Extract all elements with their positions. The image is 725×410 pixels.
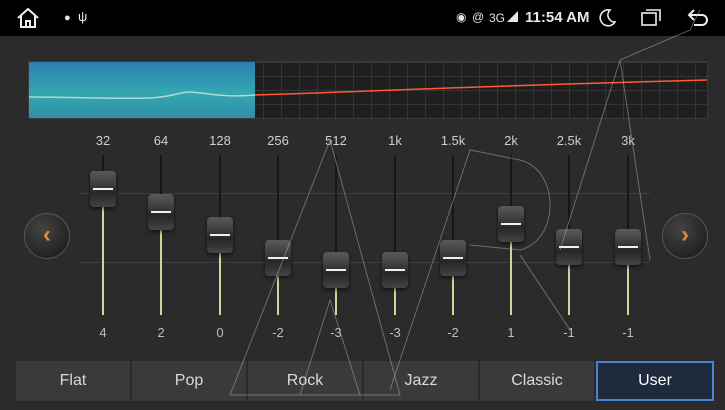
band-frequency-label: 64 <box>153 133 169 148</box>
back-icon[interactable] <box>686 7 710 29</box>
band-value-label: -2 <box>272 325 284 340</box>
band-value-label: -3 <box>330 325 342 340</box>
band-value-label: 1 <box>507 325 515 340</box>
band-slider-track[interactable] <box>277 155 279 315</box>
band-slider-knob[interactable] <box>615 228 641 265</box>
moon-icon[interactable] <box>597 8 617 28</box>
band-slider-knob[interactable] <box>265 240 291 276</box>
usb-icon: ψ <box>78 9 88 24</box>
band-slider-track[interactable] <box>160 155 162 315</box>
band-slider-knob[interactable] <box>440 240 466 276</box>
band-slider-knob[interactable] <box>323 251 349 288</box>
band-slider-track[interactable] <box>335 155 337 315</box>
band-slider-track[interactable] <box>452 155 454 315</box>
location-icon: ◉ <box>456 10 467 24</box>
preset-bar: Flat Pop Rock Jazz Classic User <box>16 361 714 401</box>
band-frequency-label: 256 <box>267 133 289 148</box>
band-value-label: -1 <box>622 325 634 340</box>
android-icon: ● <box>64 12 71 24</box>
band-frequency-label: 2.5k <box>556 133 582 148</box>
window-icon[interactable] <box>640 8 662 28</box>
preset-user[interactable]: User <box>596 361 714 401</box>
preset-pop[interactable]: Pop <box>132 361 246 401</box>
eq-curve <box>29 79 707 100</box>
chevron-left-icon[interactable]: ‹ <box>24 213 70 259</box>
home-icon[interactable] <box>16 7 40 29</box>
band-frequency-label: 1k <box>388 133 402 148</box>
band-slider-knob[interactable] <box>556 228 582 265</box>
band-frequency-label: 128 <box>209 133 231 148</box>
band-value-label: 4 <box>99 325 107 340</box>
band-frequency-label: 1.5k <box>440 133 466 148</box>
band-slider-knob[interactable] <box>498 205 524 242</box>
signal-icon <box>507 11 518 22</box>
preset-classic[interactable]: Classic <box>480 361 594 401</box>
band-slider-track[interactable] <box>394 155 396 315</box>
hotspot-icon: @ <box>472 10 485 24</box>
band-frequency-label: 512 <box>325 133 347 148</box>
preset-jazz[interactable]: Jazz <box>364 361 478 401</box>
band-frequency-label: 2k <box>504 133 518 148</box>
band-slider-knob[interactable] <box>148 194 174 230</box>
preset-rock[interactable]: Rock <box>248 361 362 401</box>
band-value-label: 0 <box>216 325 224 340</box>
band-slider-knob[interactable] <box>207 217 233 253</box>
band-frequency-label: 32 <box>95 133 111 148</box>
status-bar: ● ψ ◉ @ 3G 11:54 AM <box>0 0 725 36</box>
chevron-right-icon[interactable]: › <box>662 213 708 259</box>
eq-response-graph <box>28 61 708 119</box>
band-slider-fill <box>102 189 104 315</box>
band-value-label: -1 <box>563 325 575 340</box>
band-slider-knob[interactable] <box>382 251 408 288</box>
band-value-label: 2 <box>157 325 165 340</box>
band-frequency-label: 3k <box>621 133 635 148</box>
preset-flat[interactable]: Flat <box>16 361 130 401</box>
band-value-label: -3 <box>389 325 401 340</box>
clock: 11:54 AM <box>525 9 590 26</box>
network-type: 3G <box>489 11 506 25</box>
band-slider-knob[interactable] <box>90 171 116 207</box>
band-value-label: -2 <box>447 325 459 340</box>
